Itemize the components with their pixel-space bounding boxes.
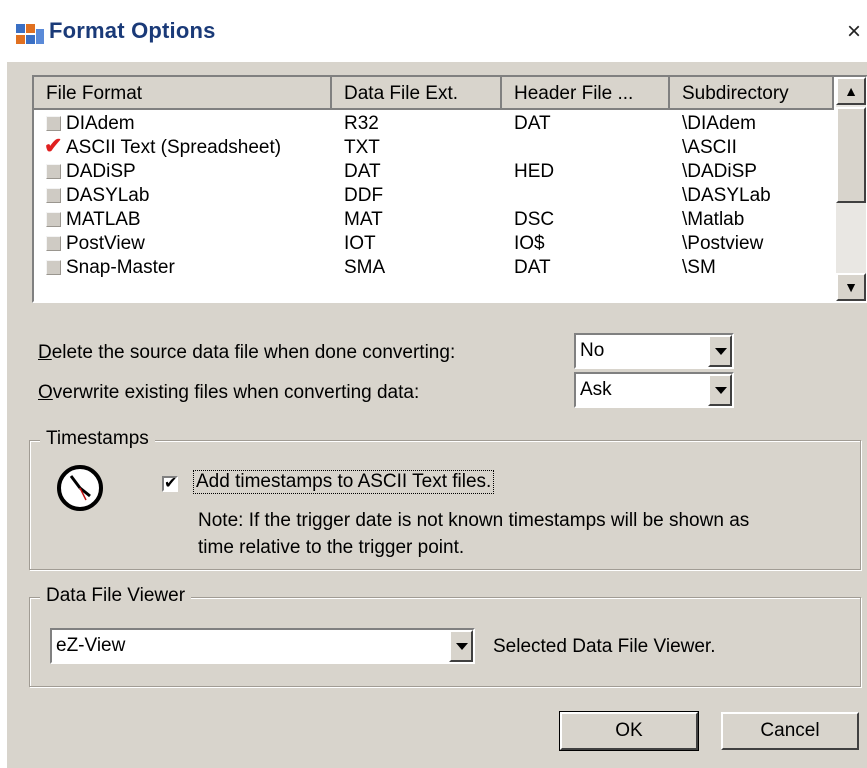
scroll-thumb[interactable] [836, 107, 866, 203]
ok-button[interactable]: OK [559, 711, 699, 751]
overwrite-label: Overwrite existing files when converting… [38, 382, 420, 403]
row-format: DIAdem [66, 113, 135, 134]
row-format: MATLAB [66, 209, 141, 230]
row-ext: MAT [344, 209, 383, 230]
row-subdir: \Postview [682, 233, 764, 254]
row-subdir: \DASYLab [682, 185, 771, 206]
title-bar: Format Options × [7, 0, 867, 62]
row-header: DAT [514, 257, 551, 278]
scroll-up-icon[interactable]: ▲ [836, 77, 866, 105]
row-subdir: \Matlab [682, 209, 745, 230]
row-checkbox[interactable] [46, 188, 61, 203]
list-item[interactable]: DIAdem R32 DAT \DIAdem [34, 112, 834, 136]
chevron-down-icon[interactable] [449, 630, 473, 662]
row-format: DADiSP [66, 161, 136, 182]
overwrite-select[interactable]: Ask [574, 372, 734, 408]
chevron-down-icon[interactable] [708, 335, 732, 367]
scroll-down-icon[interactable]: ▼ [836, 273, 866, 301]
data-file-viewer-select[interactable]: eZ-View [50, 628, 475, 664]
note-line-1: Note: If the trigger date is not known t… [198, 510, 750, 531]
row-ext: TXT [344, 137, 380, 158]
list-item[interactable]: ✔ ASCII Text (Spreadsheet) TXT \ASCII [34, 134, 834, 160]
chevron-down-icon[interactable] [708, 374, 732, 406]
row-format: ASCII Text (Spreadsheet) [66, 137, 282, 158]
row-checkbox[interactable] [46, 260, 61, 275]
row-subdir: \ASCII [682, 137, 737, 158]
list-item[interactable]: PostView IOT IO$ \Postview [34, 232, 834, 256]
list-header: File Format Data File Ext. Header File .… [34, 77, 834, 110]
list-item[interactable]: DASYLab DDF \DASYLab [34, 184, 834, 208]
data-file-viewer-value: eZ-View [56, 635, 126, 656]
row-ext: R32 [344, 113, 379, 134]
row-checkbox[interactable] [46, 236, 61, 251]
row-checkbox[interactable] [46, 164, 61, 179]
list-item[interactable]: Snap-Master SMA DAT \SM [34, 256, 834, 280]
timestamps-group-title: Timestamps [40, 428, 155, 450]
row-subdir: \DADiSP [682, 161, 757, 182]
data-file-viewer-description: Selected Data File Viewer. [493, 636, 716, 657]
add-timestamps-checkbox[interactable]: ✔ [162, 476, 178, 492]
close-icon[interactable]: × [847, 18, 861, 46]
row-checkbox[interactable] [46, 116, 61, 131]
column-header-file-format[interactable]: File Format [34, 77, 332, 110]
list-scrollbar[interactable]: ▲ ▼ [836, 77, 866, 301]
row-format: DASYLab [66, 185, 150, 206]
add-timestamps-label[interactable]: Add timestamps to ASCII Text files. [193, 470, 495, 494]
file-format-list[interactable]: File Format Data File Ext. Header File .… [32, 75, 867, 303]
format-options-dialog: Format Options × File Format Data File E… [5, 0, 867, 768]
row-ext: DDF [344, 185, 384, 206]
row-subdir: \SM [682, 257, 716, 278]
row-header: HED [514, 161, 555, 182]
note-line-2: time relative to the trigger point. [198, 537, 465, 558]
row-header: DSC [514, 209, 555, 230]
overwrite-value: Ask [580, 379, 612, 400]
checked-icon[interactable]: ✔ [44, 134, 62, 158]
list-item[interactable]: DADiSP DAT HED \DADiSP [34, 160, 834, 184]
delete-source-value: No [580, 340, 605, 361]
data-file-viewer-group-title: Data File Viewer [40, 585, 192, 607]
delete-source-select[interactable]: No [574, 333, 734, 369]
delete-source-label: Delete the source data file when done co… [38, 342, 456, 363]
row-subdir: \DIAdem [682, 113, 756, 134]
timestamps-note: Note: If the trigger date is not known t… [198, 507, 749, 561]
row-checkbox[interactable] [46, 212, 61, 227]
row-header: DAT [514, 113, 551, 134]
column-header-subdirectory[interactable]: Subdirectory [670, 77, 834, 110]
app-icon [16, 24, 44, 44]
row-header: IO$ [514, 233, 545, 254]
row-format: Snap-Master [66, 257, 175, 278]
row-ext: IOT [344, 233, 376, 254]
row-ext: DAT [344, 161, 381, 182]
row-ext: SMA [344, 257, 386, 278]
clock-icon [57, 465, 103, 511]
list-item[interactable]: MATLAB MAT DSC \Matlab [34, 208, 834, 232]
column-header-header-file[interactable]: Header File ... [502, 77, 670, 110]
column-header-data-file-ext[interactable]: Data File Ext. [332, 77, 502, 110]
window-title: Format Options [49, 18, 216, 43]
row-format: PostView [66, 233, 145, 254]
cancel-button[interactable]: Cancel [721, 712, 859, 750]
